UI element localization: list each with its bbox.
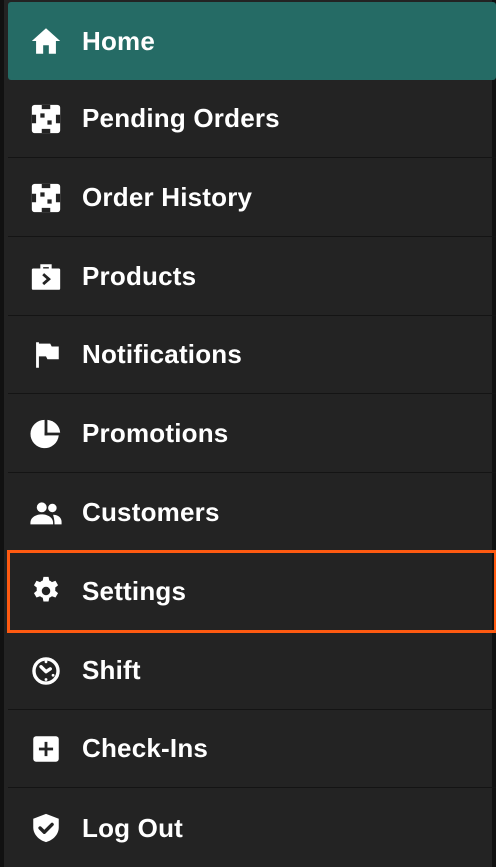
- menu-item-label: Home: [82, 25, 156, 56]
- menu-item-label: Notifications: [82, 339, 243, 369]
- orders-icon: [28, 101, 64, 137]
- home-icon: [28, 23, 64, 59]
- menu-item-label: Products: [82, 261, 197, 291]
- menu-item-settings[interactable]: Settings: [7, 550, 496, 633]
- timer-icon: [28, 653, 64, 689]
- menu-item-home[interactable]: Home: [8, 2, 496, 80]
- menu-item-label: Check-Ins: [82, 733, 209, 763]
- pie-chart-icon: [28, 416, 64, 452]
- menu-item-shift[interactable]: Shift: [8, 632, 496, 710]
- menu-item-check-ins[interactable]: Check-Ins: [8, 710, 496, 788]
- menu-item-label: Promotions: [82, 418, 229, 448]
- menu-item-promotions[interactable]: Promotions: [8, 395, 496, 473]
- menu-item-notifications[interactable]: Notifications: [8, 316, 496, 394]
- menu-item-log-out[interactable]: Log Out: [8, 789, 496, 867]
- briefcase-icon: [28, 259, 64, 295]
- menu-item-label: Settings: [82, 575, 187, 606]
- menu-item-label: Customers: [82, 497, 220, 527]
- order-history-icon: [28, 180, 64, 216]
- flag-icon: [28, 337, 64, 373]
- people-icon: [28, 495, 64, 531]
- side-menu: Home Pending Orders Order History Produc…: [0, 0, 496, 867]
- menu-item-label: Shift: [82, 655, 141, 685]
- shield-check-icon: [28, 810, 64, 846]
- gear-icon: [28, 573, 64, 609]
- menu-item-label: Order History: [82, 182, 253, 212]
- menu-item-order-history[interactable]: Order History: [8, 159, 496, 237]
- menu-item-label: Pending Orders: [82, 103, 280, 133]
- menu-item-products[interactable]: Products: [8, 238, 496, 316]
- menu-item-pending-orders[interactable]: Pending Orders: [8, 80, 496, 158]
- menu-item-label: Log Out: [82, 812, 184, 843]
- plus-square-icon: [28, 731, 64, 767]
- menu-item-customers[interactable]: Customers: [8, 474, 496, 552]
